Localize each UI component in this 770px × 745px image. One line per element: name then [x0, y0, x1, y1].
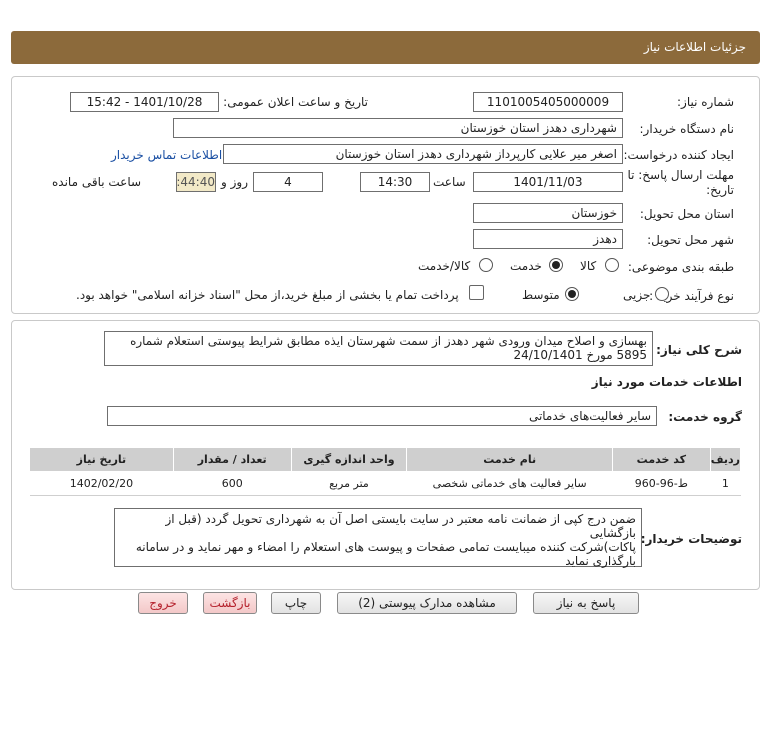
cell-row-number: 1: [710, 471, 741, 496]
col-header-code: کد خدمت: [611, 447, 711, 472]
services-table: ردیف کد خدمت نام خدمت واحد اندازه گیری ت…: [29, 447, 742, 496]
buyer-contact-link[interactable]: اطلاعات تماس خریدار: [111, 148, 222, 162]
process-option-medium: متوسط: [522, 288, 560, 302]
category-option-goods: کالا: [580, 259, 597, 273]
process-radio-minor[interactable]: [655, 287, 669, 301]
table-row: 1 ط-96-960 سایر فعالیت های خدماتی شخصی م…: [29, 471, 741, 496]
buyer-notes-field: ضمن درج کپی از ضمانت نامه معتبر در سایت …: [114, 508, 642, 568]
cell-quantity: 600: [173, 471, 292, 496]
buyer-notes-line-1: ضمن درج کپی از ضمانت نامه معتبر در سایت …: [165, 512, 636, 540]
delivery-province-field: خوزستان: [473, 203, 623, 223]
treasury-checkbox[interactable]: [469, 285, 484, 300]
buyer-org-label: نام دستگاه خریدار:: [639, 122, 735, 136]
requester-label: ایجاد کننده درخواست:: [623, 148, 734, 162]
requester-field: اصغر میر علایی کارپرداز شهرداری دهدز است…: [223, 144, 623, 164]
cell-unit: متر مربع: [291, 471, 407, 496]
category-option-goods-service: کالا/خدمت: [418, 259, 471, 273]
announce-datetime-field: 1401/10/28 - 15:42: [70, 92, 219, 112]
treasury-note: پرداخت تمام یا بخشی از مبلغ خرید،از محل …: [76, 288, 459, 302]
buyer-org-field: شهرداری دهدز استان خوزستان: [173, 118, 623, 138]
page-title: جزئیات اطلاعات نیاز: [643, 40, 746, 54]
service-group-label: گروه خدمت:: [668, 410, 742, 424]
cell-need-date: 1402/02/20: [29, 471, 174, 496]
category-radio-service[interactable]: [549, 258, 563, 272]
delivery-province-label: استان محل تحویل:: [639, 207, 734, 221]
deadline-days-label: روز و: [221, 175, 248, 189]
need-number-label: شماره نیاز:: [677, 95, 734, 109]
deadline-label: مهلت ارسال پاسخ: تا: [627, 168, 734, 182]
back-button[interactable]: بازگشت: [203, 592, 257, 614]
col-header-unit: واحد اندازه گیری: [290, 447, 408, 472]
need-number-field: 1101005405000009: [473, 92, 623, 112]
exit-button[interactable]: خروج: [138, 592, 188, 614]
col-header-quantity: تعداد / مقدار: [172, 447, 292, 472]
buyer-notes-line-2: پاکات)شرکت کننده میبایست تمامی صفحات و پ…: [135, 540, 636, 554]
remaining-time-field: 21:44:40: [176, 172, 216, 192]
category-label: طبقه بندی موضوعی:: [627, 260, 734, 274]
page-header: جزئیات اطلاعات نیاز: [11, 31, 760, 64]
buyer-notes-label: توضیحات خریدار:: [640, 532, 742, 546]
category-option-service: خدمت: [510, 259, 542, 273]
delivery-city-label: شهر محل تحویل:: [647, 233, 734, 247]
services-info-title: اطلاعات خدمات مورد نیاز: [591, 375, 742, 389]
remaining-time-label: ساعت باقی مانده: [52, 175, 142, 189]
buyer-notes-line-3: بارگذاری نماید: [565, 554, 636, 568]
deadline-label-date: تاریخ:: [706, 183, 734, 197]
process-radio-medium[interactable]: [565, 287, 579, 301]
print-button[interactable]: چاپ: [271, 592, 321, 614]
summary-line-2: 5895 مورخ 24/10/1401: [513, 348, 647, 362]
deadline-days-field: 4: [253, 172, 323, 192]
cell-service-code: ط-96-960: [612, 471, 711, 496]
category-radio-goods-service[interactable]: [479, 258, 493, 272]
process-option-minor: جزیی: [623, 288, 651, 302]
category-radio-goods[interactable]: [605, 258, 619, 272]
col-header-date: تاریخ نیاز: [29, 447, 174, 472]
announce-datetime-label: تاریخ و ساعت اعلان عمومی:: [223, 95, 368, 109]
delivery-city-field: دهدز: [473, 229, 623, 249]
view-attachments-button[interactable]: مشاهده مدارک پیوستی (2): [337, 592, 517, 614]
reply-button[interactable]: پاسخ به نیاز: [533, 592, 639, 614]
summary-field: بهسازی و اصلاح میدان ورودی شهر دهدز از س…: [104, 331, 653, 366]
service-group-field: سایر فعالیت‌های خدماتی: [107, 406, 657, 426]
col-header-row: ردیف: [709, 447, 742, 472]
cell-service-name: سایر فعالیت های خدماتی شخصی: [406, 471, 613, 496]
summary-line-1: بهسازی و اصلاح میدان ورودی شهر دهدز از س…: [130, 334, 647, 348]
summary-label: شرح کلی نیاز:: [656, 343, 742, 357]
deadline-time-label: ساعت: [433, 175, 466, 189]
deadline-time-field: 14:30: [360, 172, 430, 192]
deadline-date-field: 1401/11/03: [473, 172, 623, 192]
col-header-name: نام خدمت: [406, 447, 613, 472]
table-header-row: ردیف کد خدمت نام خدمت واحد اندازه گیری ت…: [29, 447, 742, 472]
